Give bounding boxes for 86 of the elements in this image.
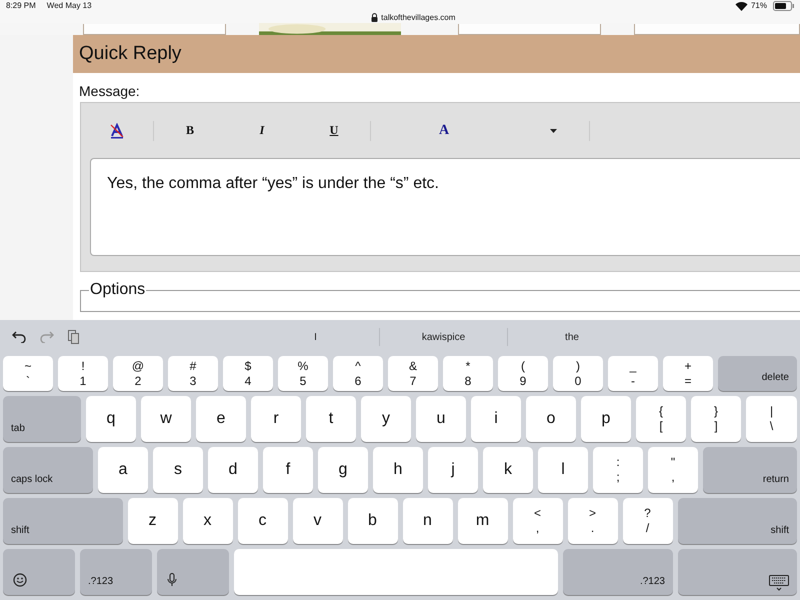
function-key[interactable]: shift xyxy=(3,498,122,544)
letter-key[interactable]: f xyxy=(263,447,313,493)
caret-icon xyxy=(550,128,556,132)
symbol-key[interactable]: $ 4 xyxy=(223,356,273,391)
letter-key[interactable]: u xyxy=(416,396,466,442)
letter-key[interactable]: y xyxy=(361,396,411,442)
symbol-key[interactable]: _ - xyxy=(608,356,658,391)
symbol-key[interactable]: < , xyxy=(512,498,562,544)
undo-icon[interactable] xyxy=(12,331,26,343)
function-key[interactable]: .?123 xyxy=(563,549,673,595)
letter-key[interactable]: t xyxy=(306,396,356,442)
letter-key[interactable]: h xyxy=(373,447,423,493)
symbol-key[interactable]: ^ 6 xyxy=(333,356,383,391)
keyboard-icon xyxy=(769,575,789,591)
symbol-key[interactable]: ( 9 xyxy=(498,356,548,391)
symbol-key[interactable]: { [ xyxy=(636,396,686,442)
function-key[interactable]: .?123 xyxy=(80,549,152,595)
letter-key[interactable]: z xyxy=(128,498,178,544)
letter-key[interactable]: e xyxy=(196,396,246,442)
letter-key[interactable]: l xyxy=(538,447,588,493)
function-key[interactable]: tab xyxy=(3,396,81,442)
function-key[interactable]: caps lock xyxy=(3,447,93,493)
format-button[interactable]: A xyxy=(371,118,517,142)
symbol-key[interactable]: } ] xyxy=(691,396,741,442)
battery-icon xyxy=(773,1,794,11)
wifi-icon xyxy=(734,1,748,11)
letter-key[interactable]: m xyxy=(458,498,508,544)
letter-key[interactable]: a xyxy=(98,447,148,493)
lock-icon xyxy=(371,13,378,22)
symbol-key[interactable]: ) 0 xyxy=(553,356,603,391)
letter-key[interactable]: w xyxy=(141,396,191,442)
symbol-key[interactable]: " , xyxy=(648,447,698,493)
paste-icon[interactable] xyxy=(68,330,79,344)
status-date: Wed May 13 xyxy=(46,1,92,10)
format-button[interactable]: U xyxy=(298,118,370,142)
suggestion-button[interactable]: I xyxy=(252,328,380,346)
remove-format-icon xyxy=(109,122,125,138)
letter-key[interactable]: s xyxy=(153,447,203,493)
function-key[interactable]: return xyxy=(703,447,797,493)
nav-tile[interactable] xyxy=(634,24,800,35)
emoji-key[interactable] xyxy=(3,549,75,595)
message-field[interactable]: Yes, the comma after “yes” is under the “s” etc. xyxy=(90,158,800,256)
letter-key[interactable]: k xyxy=(483,447,533,493)
status-time: 8:29 PM xyxy=(6,1,36,10)
address-url[interactable]: talkofthevillages.com xyxy=(381,13,456,22)
letter-key[interactable]: x xyxy=(182,498,232,544)
letter-key[interactable]: v xyxy=(292,498,342,544)
format-button[interactable]: I xyxy=(226,118,298,142)
function-key[interactable]: shift xyxy=(678,498,797,544)
microphone-icon xyxy=(167,573,177,587)
format-button[interactable]: B xyxy=(154,118,226,142)
letter-key[interactable]: q xyxy=(86,396,136,442)
letter-key[interactable]: d xyxy=(208,447,258,493)
symbol-key[interactable]: & 7 xyxy=(388,356,438,391)
message-label: Message: xyxy=(78,82,141,101)
nav-tile[interactable] xyxy=(458,24,602,35)
symbol-key[interactable]: ? / xyxy=(622,498,672,544)
letter-key[interactable]: j xyxy=(428,447,478,493)
symbol-key[interactable]: # 3 xyxy=(168,356,218,391)
symbol-key[interactable]: > . xyxy=(568,498,618,544)
symbol-key[interactable]: % 5 xyxy=(278,356,328,391)
battery-percent: 71% xyxy=(750,1,767,10)
section-title: Quick Reply xyxy=(79,43,182,65)
letter-key[interactable]: g xyxy=(318,447,368,493)
letter-key[interactable]: p xyxy=(581,396,631,442)
options-legend: Options xyxy=(89,281,146,299)
letter-key[interactable]: c xyxy=(238,498,288,544)
message-text: Yes, the comma after “yes” is under the “s” etc. xyxy=(107,175,439,192)
symbol-key[interactable]: * 8 xyxy=(443,356,493,391)
symbol-key[interactable]: ! 1 xyxy=(58,356,108,391)
symbol-key[interactable]: : ; xyxy=(593,447,643,493)
emoji-icon xyxy=(13,573,27,587)
symbol-key[interactable]: | \ xyxy=(746,396,797,442)
nav-tile[interactable] xyxy=(83,24,226,35)
redo-icon[interactable] xyxy=(40,331,54,343)
letter-key[interactable]: b xyxy=(348,498,398,544)
symbol-key[interactable]: + = xyxy=(663,356,713,391)
suggestion-button[interactable]: kawispice xyxy=(380,328,508,346)
letter-key[interactable]: n xyxy=(402,498,452,544)
letter-key[interactable]: o xyxy=(526,396,576,442)
symbol-key[interactable]: @ 2 xyxy=(113,356,163,391)
letter-key[interactable]: r xyxy=(251,396,301,442)
suggestion-button[interactable]: the xyxy=(508,328,636,346)
letter-key[interactable]: i xyxy=(471,396,521,442)
symbol-key[interactable]: ~ ` xyxy=(3,356,53,391)
function-key[interactable]: delete xyxy=(718,356,797,391)
